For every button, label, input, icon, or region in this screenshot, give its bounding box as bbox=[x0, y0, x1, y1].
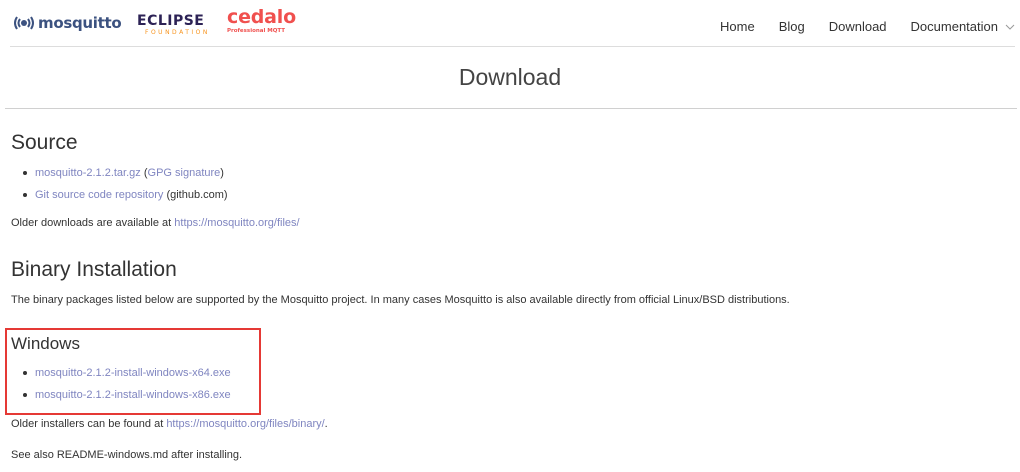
eclipse-foundation-logo[interactable]: ECLIPSE FOUNDATION bbox=[137, 14, 210, 36]
windows-older-text: Older installers can be found at bbox=[11, 418, 167, 430]
binary-description: The binary packages listed below are sup… bbox=[11, 294, 790, 306]
nav-download[interactable]: Download bbox=[829, 19, 887, 34]
source-older-downloads: Older downloads are available at https:/… bbox=[11, 217, 300, 229]
source-tarball-link[interactable]: mosquitto-2.1.2.tar.gz bbox=[35, 167, 141, 179]
chevron-down-icon bbox=[1005, 24, 1015, 30]
cedalo-logo-text: cedalo bbox=[227, 6, 296, 28]
nav-documentation-dropdown[interactable]: Documentation bbox=[911, 19, 1015, 34]
source-sig-close: ) bbox=[220, 167, 224, 179]
eclipse-logo-text: ECLIPSE bbox=[137, 13, 205, 29]
readme-windows-note: See also README-windows.md after install… bbox=[11, 449, 243, 461]
page-title: Download bbox=[458, 64, 562, 90]
git-repository-link[interactable]: Git source code repository bbox=[35, 189, 163, 201]
mosquitto-logo-text: mosquitto bbox=[38, 14, 122, 32]
list-item: mosquitto-2.1.2-install-windows-x86.exe bbox=[22, 384, 231, 406]
cedalo-logo-subtext: Professional MQTT bbox=[227, 28, 286, 34]
windows-older-installers: Older installers can be found at https:/… bbox=[11, 418, 328, 430]
list-item: Git source code repository (github.com) bbox=[22, 184, 228, 206]
cedalo-logo[interactable]: cedalo Professional MQTT bbox=[227, 8, 296, 35]
source-older-text: Older downloads are available at bbox=[11, 217, 175, 229]
gpg-signature-link[interactable]: GPG signature bbox=[148, 167, 221, 179]
github-note: (github.com) bbox=[163, 189, 228, 201]
windows-x86-installer-link[interactable]: mosquitto-2.1.2-install-windows-x86.exe bbox=[35, 389, 231, 401]
files-link[interactable]: https://mosquitto.org/files/ bbox=[174, 217, 299, 229]
nav-blog[interactable]: Blog bbox=[779, 19, 805, 34]
list-item: mosquitto-2.1.2-install-windows-x64.exe bbox=[22, 362, 231, 384]
windows-older-period: . bbox=[324, 418, 328, 430]
binary-files-link[interactable]: https://mosquitto.org/files/binary/ bbox=[166, 418, 324, 430]
source-list: mosquitto-2.1.2.tar.gz (GPG signature) G… bbox=[22, 162, 228, 206]
top-navbar: mosquitto ECLIPSE FOUNDATION cedalo Prof… bbox=[10, 0, 1015, 47]
binary-installation-heading: Binary Installation bbox=[11, 258, 177, 281]
windows-list: mosquitto-2.1.2-install-windows-x64.exe … bbox=[22, 362, 231, 406]
mosquitto-logo[interactable]: mosquitto bbox=[12, 13, 122, 33]
eclipse-logo-subtext: FOUNDATION bbox=[145, 29, 210, 36]
nav-home[interactable]: Home bbox=[720, 19, 755, 34]
nav-documentation-label: Documentation bbox=[910, 19, 998, 34]
mosquitto-signal-icon bbox=[14, 16, 34, 30]
title-divider bbox=[5, 108, 1017, 109]
windows-heading: Windows bbox=[11, 334, 80, 353]
list-item: mosquitto-2.1.2.tar.gz (GPG signature) bbox=[22, 162, 228, 184]
windows-x64-installer-link[interactable]: mosquitto-2.1.2-install-windows-x64.exe bbox=[35, 367, 231, 379]
source-heading: Source bbox=[11, 131, 78, 154]
source-sig-open: ( bbox=[140, 167, 148, 179]
main-nav: Home Blog Download Documentation bbox=[696, 19, 1015, 34]
